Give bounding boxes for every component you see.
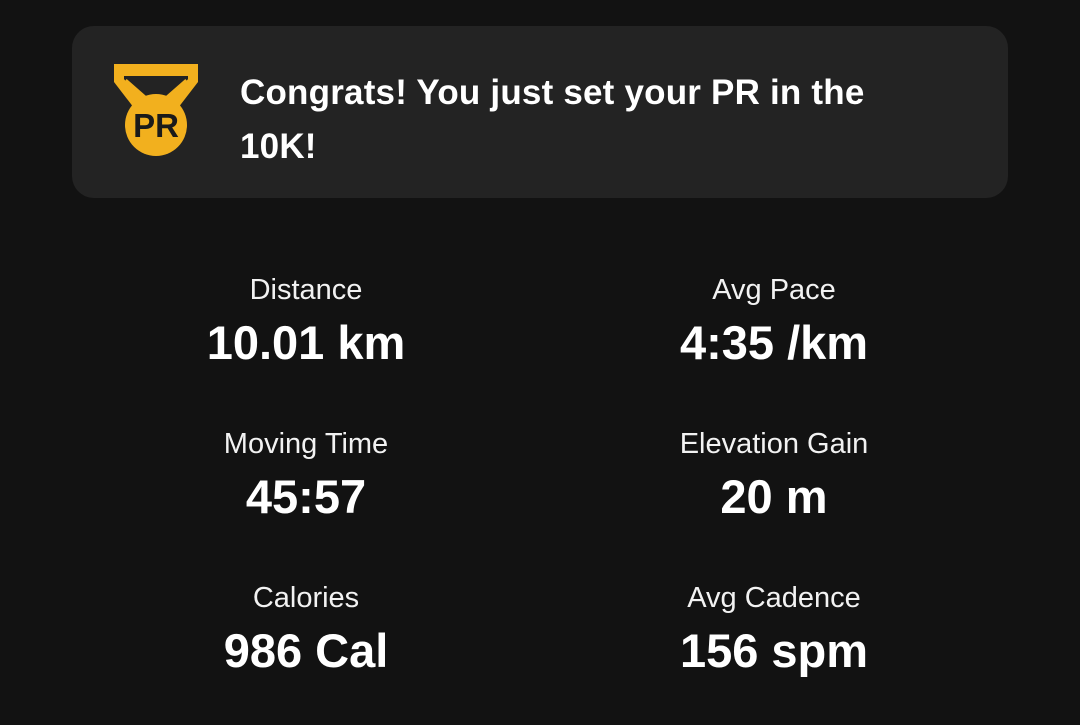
stat-label: Avg Cadence xyxy=(687,582,861,614)
stat-value: 986 Cal xyxy=(223,624,389,677)
pr-badge-text: PR xyxy=(133,107,179,144)
pr-medal-icon: PR xyxy=(114,64,198,156)
pr-banner: PR Congrats! You just set your PR in the… xyxy=(72,26,1008,198)
stat-value: 4:35 /km xyxy=(679,316,869,369)
stat-label: Elevation Gain xyxy=(679,428,869,460)
stat-value: 10.01 km xyxy=(206,316,406,369)
activity-summary: PR Congrats! You just set your PR in the… xyxy=(0,0,1080,725)
stat-avg-pace: Avg Pace 4:35 /km xyxy=(564,270,984,372)
stat-avg-cadence: Avg Cadence 156 spm xyxy=(564,578,984,680)
stat-label: Distance xyxy=(249,274,363,306)
stat-calories: Calories 986 Cal xyxy=(96,578,516,680)
stat-value: 45:57 xyxy=(245,470,367,523)
stat-value: 156 spm xyxy=(679,624,869,677)
pr-message: Congrats! You just set your PR in the 10… xyxy=(240,73,865,166)
stat-label: Avg Pace xyxy=(712,274,836,306)
stat-distance: Distance 10.01 km xyxy=(96,270,516,372)
stat-elevation-gain: Elevation Gain 20 m xyxy=(564,424,984,526)
stat-moving-time: Moving Time 45:57 xyxy=(96,424,516,526)
stat-value: 20 m xyxy=(720,470,828,523)
stat-label: Moving Time xyxy=(223,428,389,460)
stat-label: Calories xyxy=(252,582,360,614)
